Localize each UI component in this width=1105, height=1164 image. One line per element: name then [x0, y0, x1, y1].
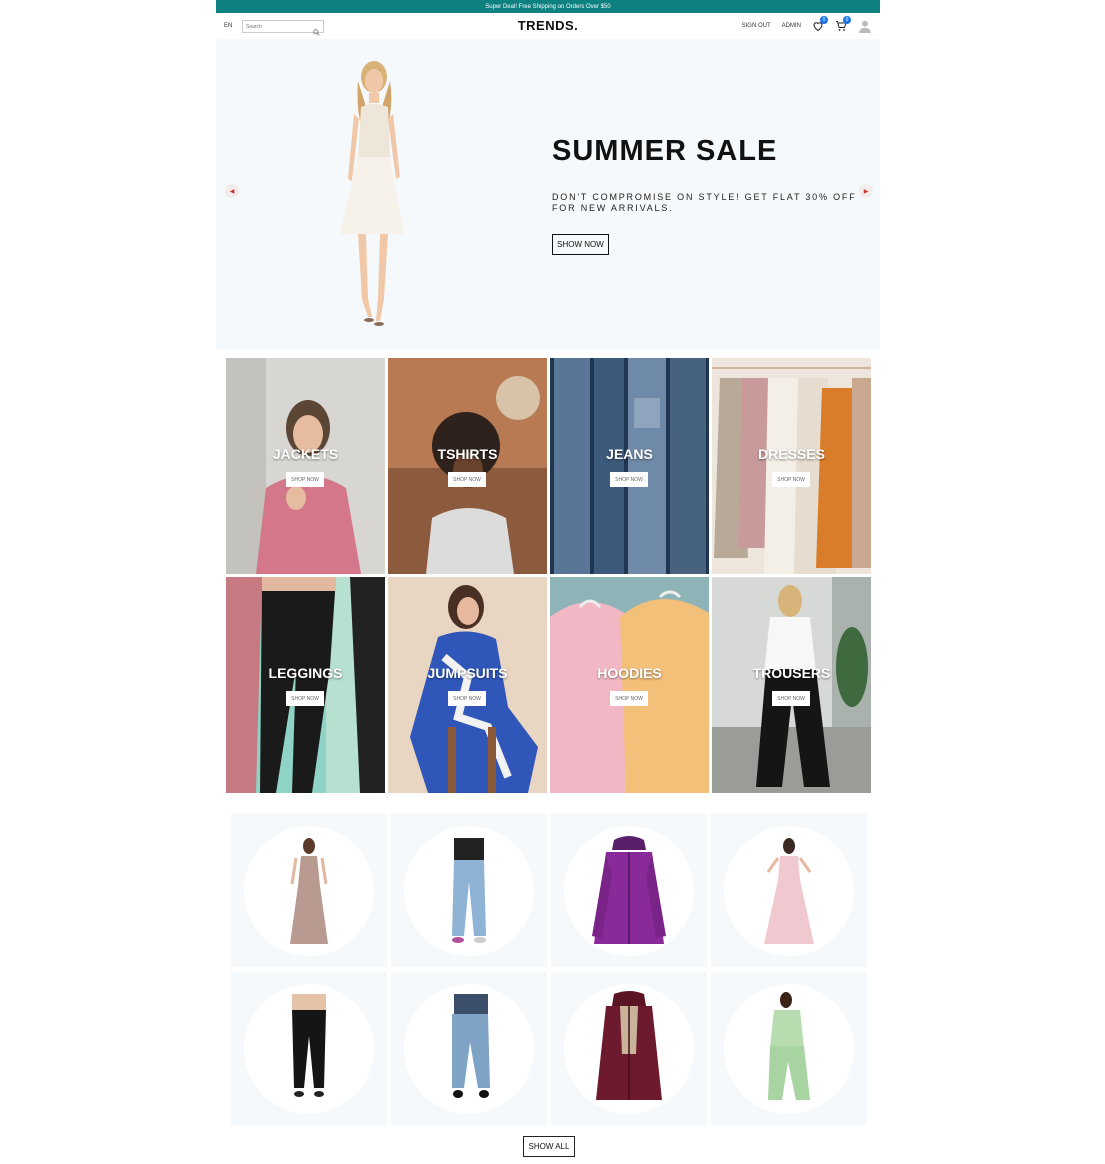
category-title: JACKETS: [272, 446, 339, 462]
shop-now-button[interactable]: SHOP NOW: [610, 472, 648, 487]
skinny-jeans-product-image: [452, 838, 486, 943]
category-title: LEGGINGS: [268, 665, 343, 681]
sign-out-link[interactable]: SIGN OUT: [742, 23, 771, 29]
hero-slider: ◀ SUMMER SALE DON'T COMPROMISE ON STYLE!…: [216, 39, 880, 349]
jackets-category-image: [226, 358, 385, 574]
jeans-category-image: [550, 358, 709, 574]
chevron-left-icon: ◀: [229, 188, 235, 195]
product-image-circle: [564, 984, 694, 1114]
product-image-circle: [724, 984, 854, 1114]
navbar: EN TRENDS. SIGN OUT ADMIN 0 0: [216, 13, 880, 39]
announcement-text: Super Deal! Free Shipping on Orders Over…: [485, 3, 611, 10]
shop-now-button[interactable]: SHOP NOW: [448, 691, 486, 706]
user-avatar-icon: [859, 20, 871, 33]
slider-next-button[interactable]: ▶: [859, 184, 873, 198]
product-image-circle: [404, 826, 534, 956]
slider-prev-button[interactable]: ◀: [225, 184, 239, 198]
announcement-bar: Super Deal! Free Shipping on Orders Over…: [216, 0, 880, 13]
cart-count-badge: 0: [843, 16, 851, 24]
category-title: DRESSES: [758, 446, 825, 462]
wishlist-count-badge: 0: [820, 16, 828, 24]
category-card-dresses[interactable]: DRESSES SHOP NOW: [712, 358, 871, 574]
shop-now-button[interactable]: SHOP NOW: [286, 472, 324, 487]
shop-now-button[interactable]: SHOP NOW: [772, 472, 810, 487]
hero-model-image: [340, 61, 404, 326]
category-title: JUMPSUITS: [427, 665, 508, 681]
category-card-leggings[interactable]: LEGGINGS SHOP NOW: [226, 577, 385, 793]
hero-show-now-button[interactable]: SHOW NOW: [552, 234, 609, 255]
hero-description: DON'T COMPROMISE ON STYLE! GET FLAT 30% …: [552, 192, 857, 213]
category-title: TROUSERS: [752, 665, 831, 681]
product-card[interactable]: [391, 972, 547, 1125]
product-image-circle: [564, 826, 694, 956]
admin-link[interactable]: ADMIN: [782, 23, 801, 29]
dresses-category-image: [712, 358, 871, 574]
category-grid: JACKETS SHOP NOW TSHIRTS SHOP NOW JEANS …: [226, 358, 871, 794]
category-card-trousers[interactable]: TROUSERS SHOP NOW: [712, 577, 871, 793]
hero-title: SUMMER SALE: [552, 135, 778, 167]
purple-jacket-product-image: [592, 836, 666, 944]
jumpsuits-category-image: [388, 577, 547, 793]
product-card[interactable]: [231, 814, 387, 967]
account-button[interactable]: [858, 19, 872, 33]
category-card-jackets[interactable]: JACKETS SHOP NOW: [226, 358, 385, 574]
pink-gown-product-image: [764, 838, 814, 944]
product-card[interactable]: [551, 972, 707, 1125]
nav-actions: SIGN OUT ADMIN 0 0: [742, 16, 872, 35]
category-card-jumpsuits[interactable]: JUMPSUITS SHOP NOW: [388, 577, 547, 793]
category-title: HOODIES: [597, 665, 662, 681]
wishlist-button[interactable]: 0: [812, 16, 828, 32]
product-card[interactable]: [551, 814, 707, 967]
show-all-button[interactable]: SHOW ALL: [523, 1136, 575, 1157]
product-image-circle: [244, 826, 374, 956]
tshirts-category-image: [388, 358, 547, 574]
boyfriend-jeans-product-image: [452, 994, 490, 1098]
leggings-category-image: [226, 577, 385, 793]
product-card[interactable]: [711, 814, 867, 967]
sequin-gown-product-image: [290, 838, 328, 944]
category-card-tshirts[interactable]: TSHIRTS SHOP NOW: [388, 358, 547, 574]
product-card[interactable]: [231, 972, 387, 1125]
product-image-circle: [244, 984, 374, 1114]
category-title: JEANS: [606, 446, 653, 462]
shop-now-button[interactable]: SHOP NOW: [286, 691, 324, 706]
product-image-circle: [404, 984, 534, 1114]
category-title: TSHIRTS: [437, 446, 498, 462]
shop-now-button[interactable]: SHOP NOW: [448, 472, 486, 487]
category-card-hoodies[interactable]: HOODIES SHOP NOW: [550, 577, 709, 793]
product-image-circle: [724, 826, 854, 956]
shop-now-button[interactable]: SHOP NOW: [772, 691, 810, 706]
shop-now-button[interactable]: SHOP NOW: [610, 691, 648, 706]
trousers-category-image: [712, 577, 871, 793]
chevron-right-icon: ▶: [863, 188, 869, 195]
product-card[interactable]: [391, 814, 547, 967]
black-jeans-product-image: [292, 994, 326, 1097]
cart-button[interactable]: 0: [835, 16, 851, 32]
category-card-jeans[interactable]: JEANS SHOP NOW: [550, 358, 709, 574]
hoodies-category-image: [550, 577, 709, 793]
maroon-coat-product-image: [596, 991, 662, 1100]
product-grid: [231, 814, 867, 1126]
product-card[interactable]: [711, 972, 867, 1125]
mint-suit-product-image: [768, 992, 810, 1100]
